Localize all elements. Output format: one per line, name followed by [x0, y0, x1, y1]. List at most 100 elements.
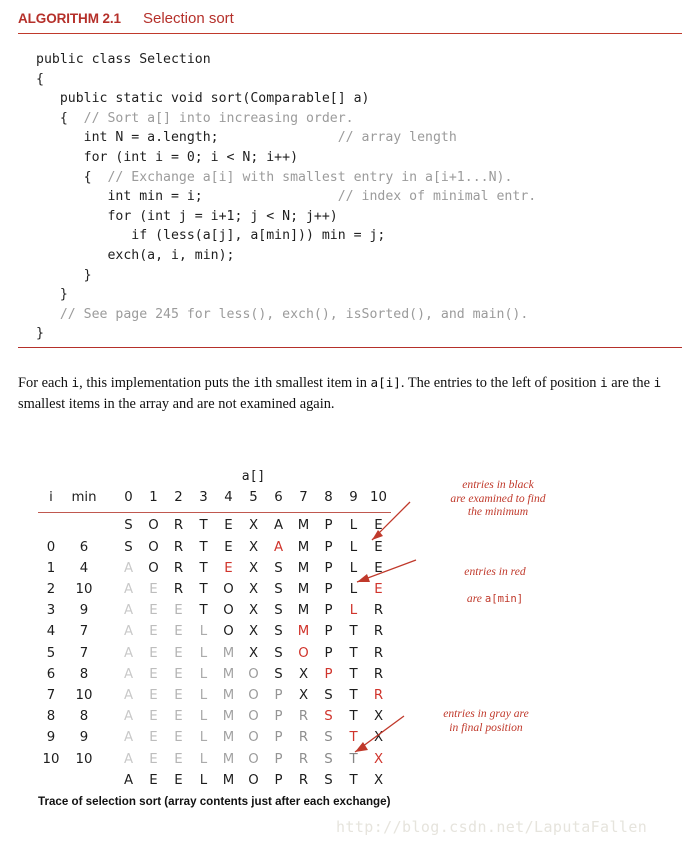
spacer	[104, 643, 116, 664]
cell-value-5: X	[248, 603, 259, 619]
cell-value-6: S	[274, 560, 283, 576]
cell-value-8: P	[324, 645, 333, 661]
cell-value-8: S	[324, 751, 333, 767]
cell-value-0: A	[123, 624, 134, 640]
cell-value-6: S	[274, 645, 283, 661]
cell-value-1: E	[149, 624, 158, 640]
cell-value-0: A	[123, 751, 134, 767]
code-line: {	[36, 70, 536, 90]
cell-value-4: O	[223, 603, 234, 619]
cell-value-0: A	[123, 666, 134, 682]
annotation-red-prefix: are	[466, 591, 485, 605]
cell-value-0: A	[123, 772, 134, 788]
algorithm-label: ALGORITHM 2.1	[18, 11, 121, 26]
watermark: http://blog.csdn.net/LaputaFallen	[336, 818, 648, 836]
cell-value-7: R	[298, 709, 309, 725]
cell-value-3: T	[199, 603, 208, 619]
column-header-i: i	[49, 490, 53, 506]
cell-value-3: L	[199, 772, 208, 788]
cell-value-2: E	[174, 709, 183, 725]
trace-row: 39AEETOXSMPLR	[38, 600, 391, 621]
code-text: if (less(a[j], a[min])) min = j;	[36, 228, 386, 244]
cell-min: 7	[79, 624, 89, 640]
cell-value-3: L	[199, 666, 208, 682]
cell-value-8: P	[324, 560, 333, 576]
cell-value-5: X	[248, 560, 259, 576]
code-text: {	[36, 71, 44, 87]
cell-value-3: L	[199, 687, 208, 703]
array-label: a[]	[241, 469, 266, 485]
cell-value-1: O	[148, 539, 159, 555]
spacer	[104, 537, 116, 558]
spacer	[38, 466, 64, 487]
cell-min: 9	[79, 730, 89, 746]
cell-value-8: P	[324, 518, 333, 534]
cell-value-9: T	[349, 666, 358, 682]
cell-value-2: R	[173, 582, 184, 598]
cell-value-1: E	[149, 666, 158, 682]
cell-value-2: E	[174, 624, 183, 640]
spacer	[104, 515, 116, 536]
spacer	[104, 621, 116, 642]
spacer	[104, 748, 116, 769]
code-text: {	[36, 110, 84, 126]
cell-value-0: A	[123, 560, 134, 576]
cell-value-7: M	[297, 624, 310, 640]
spacer	[366, 466, 391, 487]
cell-value-8: P	[324, 603, 333, 619]
cell-i: 9	[46, 730, 56, 746]
code-line: }	[36, 266, 536, 286]
cell-value-2: E	[174, 603, 183, 619]
trace-row-final: AEELMOPRSTX	[38, 770, 391, 791]
section-divider	[18, 347, 682, 349]
code-line: int N = a.length; // array length	[36, 128, 536, 148]
cell-min: 10	[75, 751, 93, 767]
trace-row: 14AORTEXSMPLE	[38, 558, 391, 579]
cell-value-7: R	[298, 751, 309, 767]
cell-value-1: E	[149, 582, 158, 598]
inline-code: i	[71, 375, 80, 391]
code-listing: public class Selection { public static vo…	[36, 50, 536, 344]
cell-value-7: X	[298, 666, 309, 682]
code-line: exch(a, i, min);	[36, 246, 536, 266]
cell-value-5: O	[248, 687, 259, 703]
cell-value-6: S	[274, 603, 283, 619]
cell-value-2: E	[174, 666, 183, 682]
cell-value-9: T	[349, 772, 358, 788]
column-header-index-1: 1	[149, 490, 158, 506]
spacer	[104, 727, 116, 748]
spacer	[291, 466, 316, 487]
column-header-min: min	[71, 490, 97, 506]
inline-code: i	[653, 375, 662, 391]
cell-value-3: L	[199, 730, 208, 746]
spacer	[64, 466, 104, 487]
cell-value-4: E	[224, 560, 233, 576]
cell-value-3: T	[199, 518, 208, 534]
cell-value-4: M	[222, 730, 235, 746]
cell-value-0: S	[124, 518, 133, 534]
cell-i: 4	[46, 624, 56, 640]
spacer	[104, 685, 116, 706]
inline-code: i	[253, 375, 262, 391]
cell-value-4: E	[224, 539, 233, 555]
cell-i: 6	[46, 666, 56, 682]
spacer	[341, 466, 366, 487]
code-text: {	[36, 169, 108, 185]
code-text: for (int j = i+1; j < N; j++)	[36, 208, 338, 224]
cell-value-1: O	[148, 518, 159, 534]
cell-min: 7	[79, 645, 89, 661]
trace-row: 99AEELMOPRSTX	[38, 727, 391, 748]
spacer	[104, 487, 116, 510]
cell-value-2: E	[174, 772, 183, 788]
cell-value-2: R	[173, 518, 184, 534]
cell-value-5: O	[248, 666, 259, 682]
cell-value-6: A	[273, 539, 284, 555]
cell-value-4: M	[222, 751, 235, 767]
cell-value-4: M	[222, 687, 235, 703]
trace-row: 68AEELMOSXPTR	[38, 664, 391, 685]
paragraph-text: smallest items in the array and are not …	[18, 396, 335, 413]
spacer	[141, 466, 166, 487]
code-line: { // Exchange a[i] with smallest entry i…	[36, 168, 536, 188]
cell-value-0: A	[123, 730, 134, 746]
spacer	[266, 466, 291, 487]
